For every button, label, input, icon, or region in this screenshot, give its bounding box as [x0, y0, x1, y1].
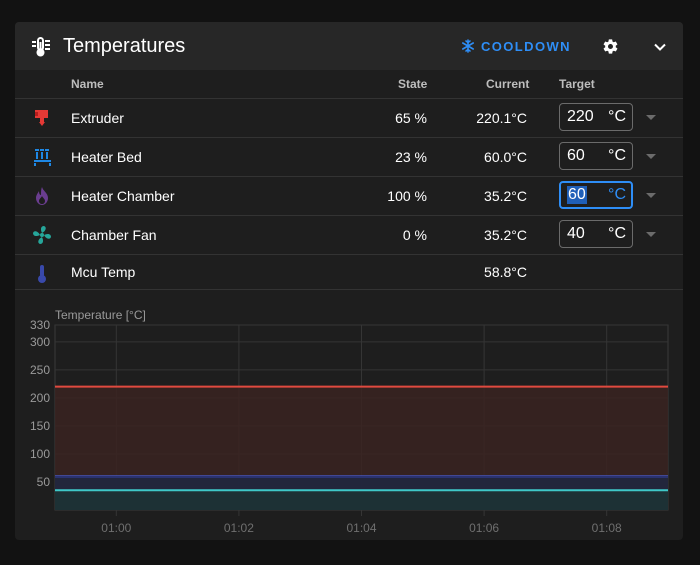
target-dropdown-caret[interactable]: [646, 193, 656, 198]
column-target: Target: [559, 77, 595, 91]
column-current: Current: [486, 77, 530, 91]
target-unit: °C: [608, 147, 626, 164]
fan-icon: [33, 226, 51, 244]
target-dropdown-caret[interactable]: [646, 154, 656, 159]
temperatures-panel: Temperatures COOLDOWN Name State Current: [15, 22, 683, 540]
target-dropdown-caret[interactable]: [646, 232, 656, 237]
table-row: Heater Chamber 100 % 35.2°C 60 °C: [15, 177, 683, 216]
target-input[interactable]: 60 °C: [559, 181, 633, 209]
heater-bed-icon: [34, 149, 51, 166]
column-name: Name: [71, 77, 104, 91]
cooldown-label: COOLDOWN: [481, 38, 571, 54]
row-name: Heater Bed: [71, 149, 142, 165]
table-row: Extruder 65 % 220.1°C 220 °C: [15, 99, 683, 138]
target-value: 60: [567, 147, 585, 164]
chart-area-chamber: [55, 490, 668, 510]
chart-y-tick-label: 200: [30, 391, 50, 405]
row-current: 35.2°C: [484, 188, 527, 204]
chart-y-tick-label: 300: [30, 335, 50, 349]
row-current: 220.1°C: [476, 110, 527, 126]
temperature-chart: Temperature [°C] 50 100 150 200 250 300 330 01:…: [15, 302, 683, 540]
panel-title: Temperatures: [63, 35, 186, 57]
row-current: 35.2°C: [484, 227, 527, 243]
thermometer-icon: [38, 265, 46, 283]
target-unit: °C: [608, 108, 626, 125]
target-input[interactable]: 220 °C: [559, 103, 633, 131]
chart-y-axis-label: Temperature [°C]: [55, 308, 146, 322]
row-name: Chamber Fan: [71, 227, 157, 243]
column-state: State: [398, 77, 428, 91]
table-row: Chamber Fan 0 % 35.2°C 40 °C: [15, 216, 683, 255]
row-state: 0 %: [402, 227, 427, 243]
row-current: 58.8°C: [484, 264, 527, 280]
row-name: Extruder: [71, 110, 124, 126]
row-name: Mcu Temp: [71, 264, 136, 280]
chart-y-tick-label: 150: [30, 419, 50, 433]
target-value: 60: [567, 186, 587, 204]
chart-x-tick-label: 01:08: [592, 521, 622, 535]
extruder-icon: [35, 110, 48, 126]
target-unit: °C: [608, 225, 626, 242]
chart-x-tick-label: 01:02: [224, 521, 254, 535]
table-row: Heater Bed 23 % 60.0°C 60 °C: [15, 138, 683, 177]
chart-plot: 50 100 150 200 250 300 330 01:00 01:02 01:04 01:06…: [30, 318, 669, 535]
snowflake-icon: [461, 39, 474, 53]
chart-y-tick-label: 100: [30, 447, 50, 461]
fire-icon: [36, 187, 48, 205]
chart-y-tick-label: 250: [30, 363, 50, 377]
cooldown-button[interactable]: COOLDOWN: [461, 36, 571, 56]
gear-icon[interactable]: [602, 38, 619, 55]
chart-x-tick-label: 01:04: [346, 521, 376, 535]
row-current: 60.0°C: [484, 149, 527, 165]
row-state: 65 %: [395, 110, 427, 126]
target-value: 220: [567, 108, 594, 125]
thermometer-lines-icon: [32, 37, 50, 57]
target-input[interactable]: 40 °C: [559, 220, 633, 248]
table-header: Name State Current Target: [15, 70, 683, 99]
chevron-down-icon[interactable]: [652, 39, 668, 55]
chart-y-tick-label: 50: [37, 475, 51, 489]
table-row: Mcu Temp 58.8°C: [15, 255, 683, 290]
row-state: 23 %: [395, 149, 427, 165]
row-name: Heater Chamber: [71, 188, 175, 204]
target-value: 40: [567, 225, 585, 242]
target-input[interactable]: 60 °C: [559, 142, 633, 170]
chart-x-tick-label: 01:00: [101, 521, 131, 535]
row-state: 100 %: [387, 188, 427, 204]
panel-header: Temperatures COOLDOWN: [15, 22, 683, 70]
target-unit: °C: [608, 186, 626, 203]
chart-x-tick-label: 01:06: [469, 521, 499, 535]
target-dropdown-caret[interactable]: [646, 115, 656, 120]
chart-y-tick-label: 330: [30, 318, 50, 332]
